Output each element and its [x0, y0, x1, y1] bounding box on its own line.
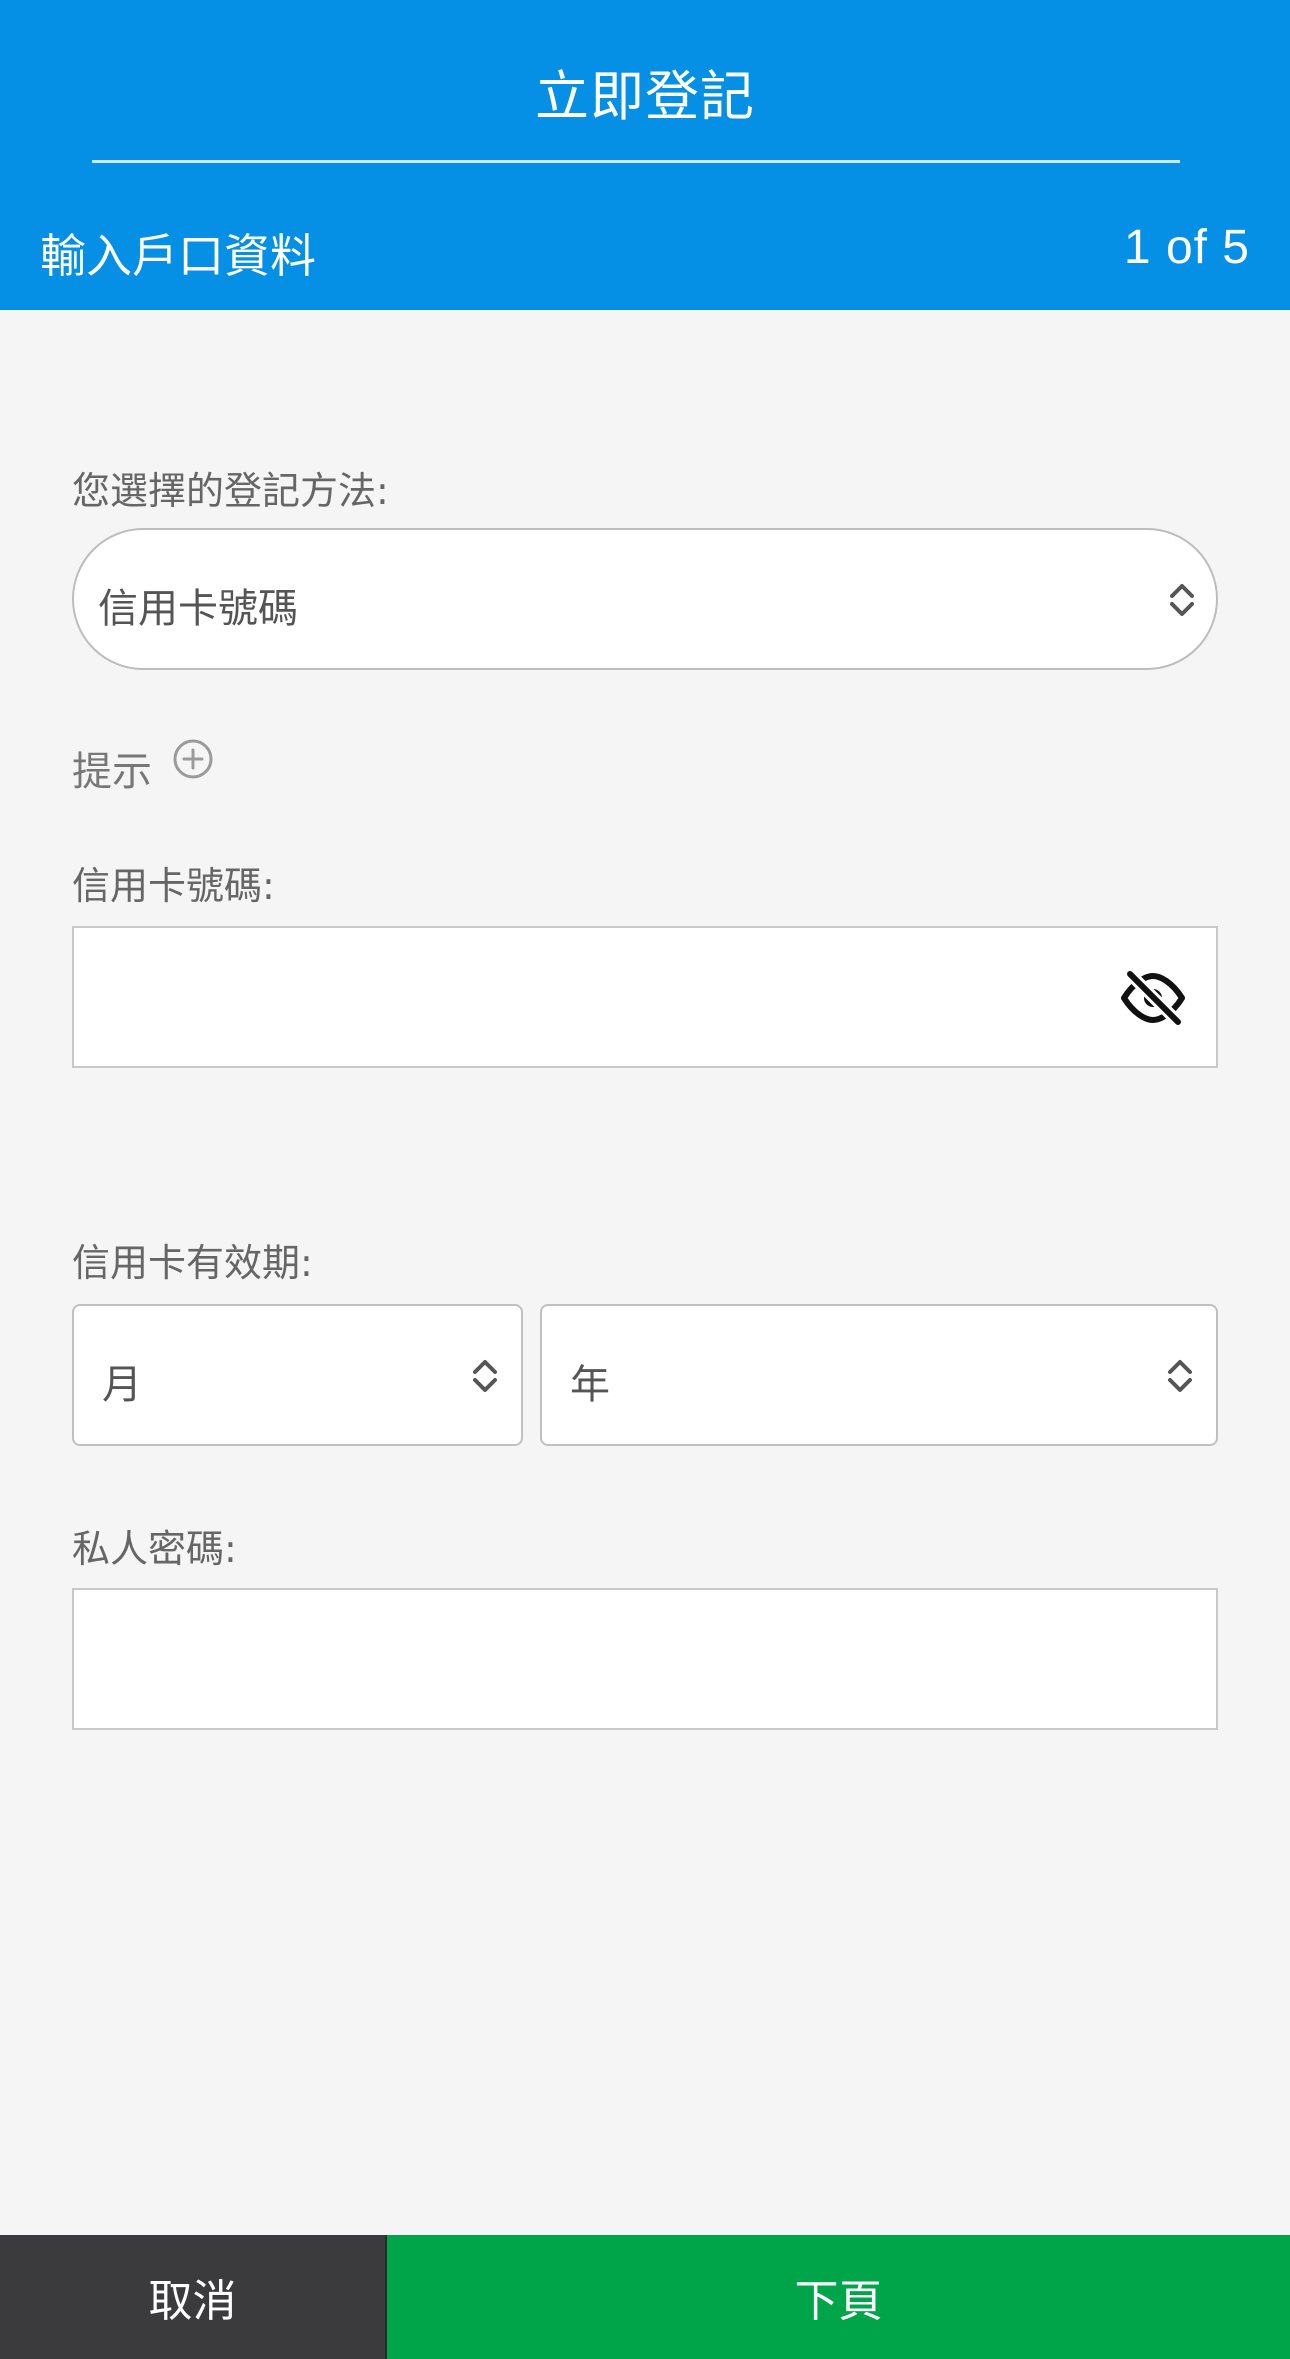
registration-page: 立即登記 輸入戶口資料 1 of 5 您選擇的登記方法: 信用卡號碼 提示 信用…	[0, 0, 1290, 2359]
expiry-year-select[interactable]: 年	[540, 1304, 1218, 1446]
card-number-input[interactable]	[72, 926, 1218, 1068]
step-progress: 1 of 5	[1123, 221, 1250, 274]
hint-toggle[interactable]: 提示	[72, 738, 214, 798]
step-title: 輸入戶口資料	[40, 229, 316, 283]
plus-circle-icon[interactable]	[172, 738, 214, 780]
expiry-month-select[interactable]: 月	[72, 1304, 523, 1446]
header-divider	[92, 160, 1180, 163]
bottom-action-bar: 取消 下頁	[0, 2235, 1290, 2359]
method-label: 您選擇的登記方法:	[72, 469, 389, 513]
method-select-value: 信用卡號碼	[98, 586, 298, 632]
chevron-up-down-icon	[471, 1356, 499, 1396]
header: 立即登記 輸入戶口資料 1 of 5	[0, 0, 1290, 310]
card-number-label: 信用卡號碼:	[72, 864, 275, 908]
next-page-button[interactable]: 下頁	[387, 2235, 1290, 2359]
pin-input[interactable]	[72, 1588, 1218, 1730]
cancel-button[interactable]: 取消	[0, 2235, 387, 2359]
method-select[interactable]: 信用卡號碼	[72, 528, 1218, 670]
pin-label: 私人密碼:	[72, 1527, 237, 1571]
page-title: 立即登記	[535, 65, 755, 128]
hint-label: 提示	[72, 749, 152, 795]
expiry-year-value: 年	[570, 1362, 610, 1408]
chevron-up-down-icon	[1166, 1356, 1194, 1396]
expiry-month-value: 月	[102, 1362, 142, 1408]
expiry-label: 信用卡有效期:	[72, 1241, 313, 1285]
eye-off-icon[interactable]	[1120, 970, 1186, 1026]
chevron-up-down-icon	[1168, 580, 1196, 620]
